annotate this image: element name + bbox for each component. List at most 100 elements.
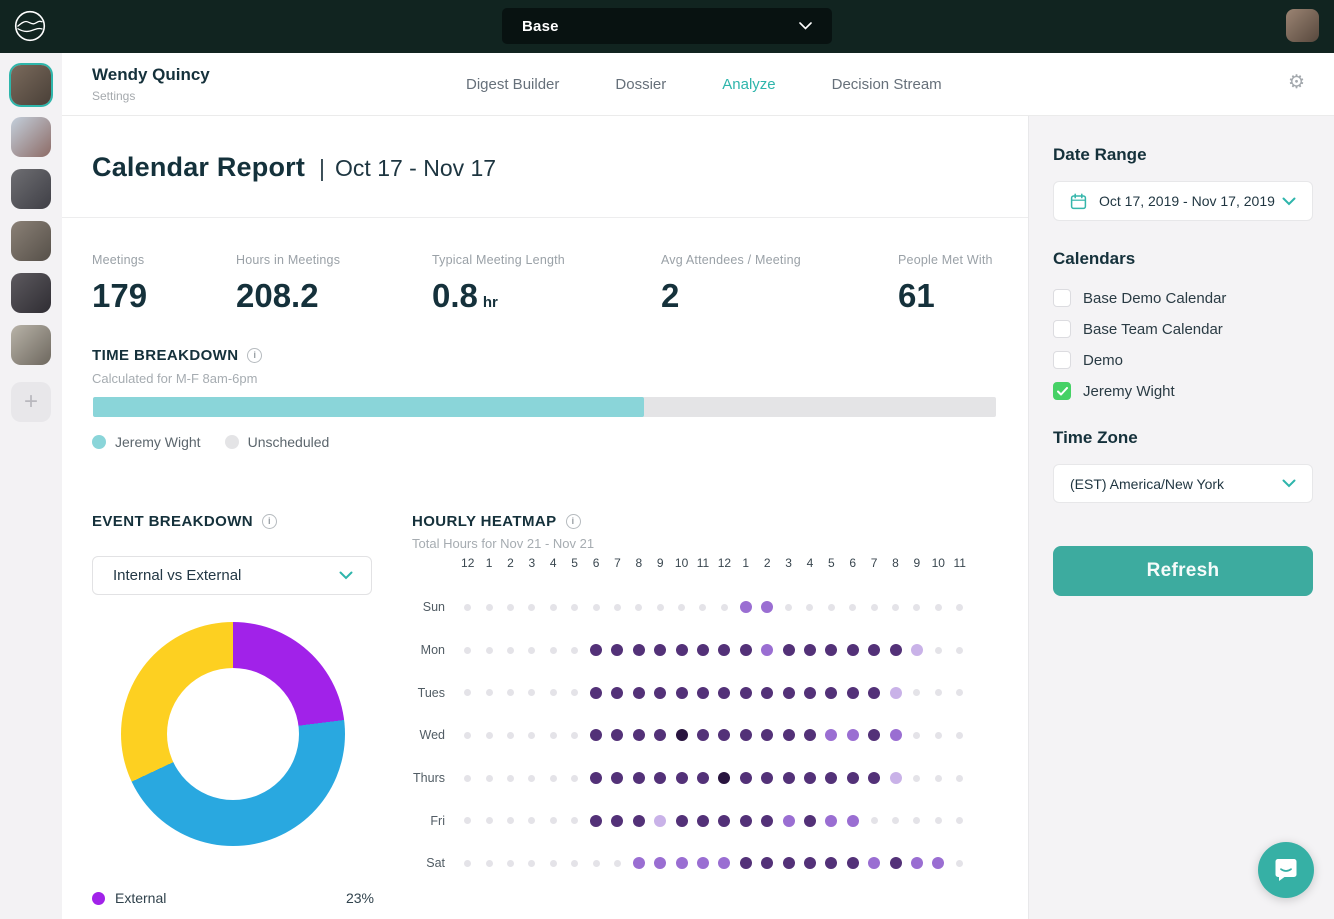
heatmap-dot (761, 686, 774, 699)
heatmap-cell (799, 644, 820, 657)
stat-typical-meeting-length: Typical Meeting Length 0.8 hr (432, 253, 661, 315)
day-label: Thurs (413, 771, 445, 786)
heatmap-cell (799, 686, 820, 699)
heatmap-cell (842, 772, 863, 785)
checkbox-checked[interactable] (1053, 382, 1071, 400)
profile-avatar[interactable] (11, 325, 51, 365)
tab-decision-stream[interactable]: Decision Stream (832, 76, 942, 93)
tab-digest-builder[interactable]: Digest Builder (466, 76, 559, 93)
heatmap-cell (671, 857, 692, 870)
heatmap-cell (543, 646, 564, 654)
hour-label: 12 (717, 556, 732, 570)
tab-dossier[interactable]: Dossier (615, 76, 666, 93)
heatmap-cell (778, 729, 799, 742)
heatmap-cell (756, 814, 777, 827)
calendar-row-base-demo-calendar[interactable]: Base Demo Calendar (1053, 289, 1226, 307)
heatmap-dot (913, 603, 921, 611)
day-label: Mon (420, 643, 445, 658)
heatmap-dot (803, 772, 816, 785)
legend-dot (224, 435, 239, 449)
heatmap-dot (739, 644, 752, 657)
calendar-row-base-team-calendar[interactable]: Base Team Calendar (1053, 320, 1226, 338)
heatmap-cell (714, 729, 735, 742)
stat-label: Avg Attendees / Meeting (661, 253, 801, 267)
hour-label: 4 (806, 556, 814, 570)
profile-avatar[interactable] (11, 117, 51, 157)
heatmap-dot (934, 646, 942, 654)
heatmap-cell (585, 686, 606, 699)
heatmap-cell (842, 644, 863, 657)
date-range-heading: Date Range (1053, 145, 1147, 164)
profile-avatar[interactable] (11, 221, 51, 261)
heatmap-dot (635, 603, 643, 611)
heatmap-cell (457, 817, 478, 825)
refresh-button[interactable]: Refresh (1053, 546, 1313, 596)
checkbox-unchecked[interactable] (1053, 351, 1071, 369)
calendar-row-jeremy-wight[interactable]: Jeremy Wight (1053, 382, 1226, 400)
heatmap-dot (654, 729, 667, 742)
profile-avatar[interactable] (11, 169, 51, 209)
heatmap-dot (934, 817, 942, 825)
date-range-value: Oct 17, 2019 - Nov 17, 2019 (1099, 193, 1275, 209)
heatmap-cell (543, 731, 564, 739)
heatmap-cell (842, 603, 863, 611)
heatmap-cell (564, 859, 585, 867)
heatmap-cell (628, 857, 649, 870)
heatmap-dot (739, 772, 752, 785)
gear-icon[interactable]: ⚙ (1288, 73, 1305, 92)
heatmap-dot (739, 686, 752, 699)
workspace-switcher[interactable]: Base (502, 8, 832, 44)
info-icon[interactable]: i (247, 348, 263, 363)
info-icon[interactable]: i (262, 514, 278, 529)
heatmap-cell (607, 686, 628, 699)
event-breakdown-dropdown[interactable]: Internal vs External (92, 556, 372, 595)
heatmap-cell (885, 686, 906, 699)
heatmap-cell (500, 859, 521, 867)
hour-label: 10 (674, 556, 689, 570)
app-logo-icon[interactable] (14, 10, 46, 42)
hour-label: 2 (507, 556, 514, 570)
heatmap-dot (590, 814, 603, 827)
timezone-dropdown[interactable]: (EST) America/New York (1053, 464, 1313, 503)
heatmap-cell (585, 772, 606, 785)
current-user-avatar[interactable] (1286, 9, 1319, 42)
time-utilization-bar (93, 397, 996, 417)
chat-launcher[interactable] (1258, 842, 1314, 898)
heatmap-dot (696, 772, 709, 785)
heatmap-cell (778, 857, 799, 870)
heatmap-cell (478, 817, 499, 825)
heatmap-cell (906, 774, 927, 782)
profile-avatar[interactable] (11, 273, 51, 313)
checkbox-unchecked[interactable] (1053, 289, 1071, 307)
heatmap-dot (485, 689, 493, 697)
heatmap-cell (821, 772, 842, 785)
heatmap-cell (607, 859, 628, 867)
heatmap-dot (464, 859, 472, 867)
day-label: Sun (422, 600, 445, 615)
heatmap-dot (934, 603, 942, 611)
heatmap-cell (692, 729, 713, 742)
heatmap-cell (671, 644, 692, 657)
settings-link[interactable]: Settings (92, 89, 210, 103)
heatmap-dot (506, 603, 514, 611)
hour-label: 2 (763, 556, 771, 570)
hour-label: 9 (913, 556, 921, 570)
add-profile-button[interactable]: + (11, 382, 51, 422)
heatmap-dot (782, 814, 795, 827)
calendar-row-demo[interactable]: Demo (1053, 351, 1226, 369)
date-range-dropdown[interactable]: Oct 17, 2019 - Nov 17, 2019 (1053, 181, 1313, 221)
checkbox-unchecked[interactable] (1053, 320, 1071, 338)
heatmap-dot (870, 817, 878, 825)
heatmap-dot (549, 646, 557, 654)
profile-avatar[interactable] (11, 65, 51, 105)
calendars-list: Base Demo Calendar Base Team Calendar Demo… (1053, 289, 1226, 413)
heatmap-cell (735, 729, 756, 742)
tab-analyze[interactable]: Analyze (722, 76, 775, 93)
heatmap-dot (803, 857, 816, 870)
heatmap-cell (671, 814, 692, 827)
heatmap-cell (928, 774, 949, 782)
heatmap-cell (543, 859, 564, 867)
info-icon[interactable]: i (565, 514, 581, 529)
heatmap-dot (825, 686, 838, 699)
main-nav: Digest Builder Dossier Analyze Decision Str… (466, 53, 942, 115)
